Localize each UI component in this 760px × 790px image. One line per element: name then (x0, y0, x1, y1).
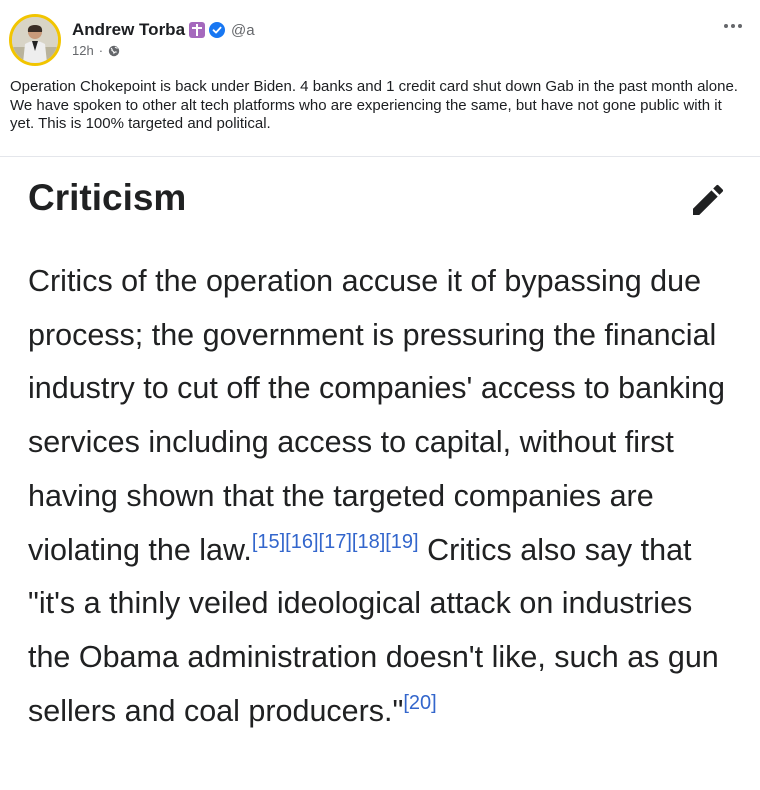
citation-link[interactable]: [18] (352, 531, 385, 553)
more-options-dot (724, 24, 728, 28)
author-row: Andrew Torba @a (72, 18, 255, 42)
citation-link[interactable]: [19] (385, 531, 418, 553)
avatar-person-icon (12, 17, 58, 63)
citation-link[interactable]: [15] (252, 531, 285, 553)
section-heading: Criticism (28, 177, 187, 218)
social-post: Andrew Torba @a 12h · Operation Chokepoi… (0, 0, 760, 157)
post-text: Operation Chokepoint is back under Biden… (10, 78, 738, 132)
post-meta: 12h · (72, 43, 120, 58)
criticism-paragraph: Critics of the operation accuse it of by… (28, 255, 738, 738)
citation-link[interactable]: [16] (285, 531, 318, 553)
globe-icon (108, 45, 120, 56)
cross-badge-icon (189, 22, 206, 38)
more-options-button[interactable] (724, 20, 746, 32)
author-name[interactable]: Andrew Torba (72, 20, 185, 40)
more-options-dot (731, 24, 735, 28)
author-handle[interactable]: @a (231, 22, 255, 39)
pencil-edit-icon[interactable] (688, 180, 728, 220)
paragraph-text-part1: Critics of the operation accuse it of by… (28, 264, 725, 567)
more-options-dot (738, 24, 742, 28)
verified-icon (209, 22, 226, 38)
post-timestamp[interactable]: 12h (72, 43, 94, 58)
meta-separator: · (98, 43, 104, 58)
citation-link[interactable]: [17] (319, 531, 352, 553)
avatar[interactable] (9, 14, 61, 66)
citation-link[interactable]: [20] (403, 692, 436, 714)
